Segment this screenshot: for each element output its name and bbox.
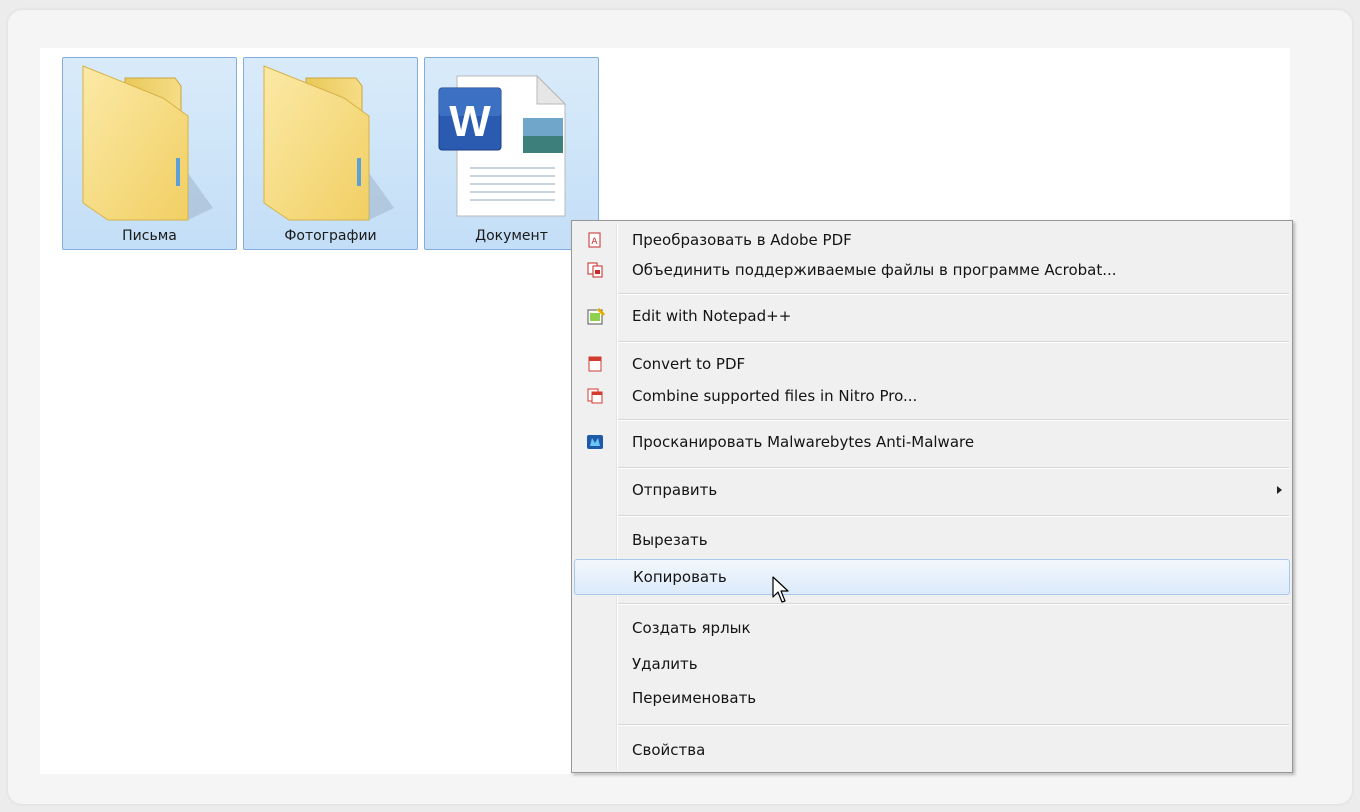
menu-item-create-shortcut[interactable]: Создать ярлык <box>574 613 1290 643</box>
malwarebytes-icon <box>587 434 603 450</box>
menu-item-malwarebytes[interactable]: Просканировать Malwarebytes Anti-Malware <box>574 427 1290 457</box>
menu-item-delete[interactable]: Удалить <box>574 649 1290 679</box>
menu-separator <box>618 341 1289 343</box>
submenu-arrow-icon <box>1277 486 1282 494</box>
file-label: Фотографии <box>284 228 377 244</box>
word-document-icon: W <box>425 58 598 228</box>
menu-item-label: Преобразовать в Adobe PDF <box>632 231 852 249</box>
menu-item-properties[interactable]: Свойства <box>574 735 1290 765</box>
menu-item-convert-adobe-pdf[interactable]: A Преобразовать в Adobe PDF <box>574 225 1290 255</box>
context-menu: A Преобразовать в Adobe PDF Объединить п… <box>571 220 1293 773</box>
svg-text:A: A <box>591 237 598 247</box>
menu-item-send-to[interactable]: Отправить <box>574 475 1290 505</box>
nitro-pdf-icon <box>587 356 603 372</box>
menu-separator <box>618 724 1289 726</box>
menu-separator <box>618 293 1289 295</box>
mouse-cursor-icon <box>772 576 794 610</box>
file-label: Письма <box>122 228 177 244</box>
menu-item-label: Combine supported files in Nitro Pro... <box>632 387 918 405</box>
menu-item-label: Создать ярлык <box>632 619 751 637</box>
adobe-pdf-icon: A <box>587 232 603 248</box>
menu-separator <box>618 419 1289 421</box>
menu-item-nitro-combine[interactable]: Combine supported files in Nitro Pro... <box>574 381 1290 411</box>
menu-item-label: Удалить <box>632 655 698 673</box>
file-tile-letters[interactable]: Письма <box>62 57 237 250</box>
menu-separator <box>618 515 1289 517</box>
menu-item-convert-to-pdf[interactable]: Convert to PDF <box>574 349 1290 379</box>
menu-item-label: Переименовать <box>632 689 757 707</box>
menu-item-label: Копировать <box>633 568 727 586</box>
svg-text:W: W <box>449 97 491 146</box>
folder-icon <box>63 58 236 228</box>
nitro-combine-icon <box>587 388 603 404</box>
menu-item-label: Объединить поддерживаемые файлы в програ… <box>632 261 1117 279</box>
menu-item-label: Свойства <box>632 741 706 759</box>
menu-item-copy[interactable]: Копировать <box>574 559 1290 595</box>
menu-item-rename[interactable]: Переименовать <box>574 683 1290 713</box>
menu-item-label: Convert to PDF <box>632 355 746 373</box>
menu-item-label: Просканировать Malwarebytes Anti-Malware <box>632 433 975 451</box>
notepad-plus-plus-icon <box>587 307 606 325</box>
menu-item-label: Вырезать <box>632 531 708 549</box>
file-tile-photos[interactable]: Фотографии <box>243 57 418 250</box>
menu-item-label: Отправить <box>632 481 718 499</box>
menu-item-edit-notepad[interactable]: Edit with Notepad++ <box>574 301 1290 331</box>
menu-item-acrobat-combine[interactable]: Объединить поддерживаемые файлы в програ… <box>574 255 1290 285</box>
acrobat-combine-icon <box>587 262 603 278</box>
menu-separator <box>618 603 1289 605</box>
menu-item-cut[interactable]: Вырезать <box>574 525 1290 555</box>
menu-separator <box>618 467 1289 469</box>
menu-item-label: Edit with Notepad++ <box>632 307 792 325</box>
folder-icon <box>244 58 417 228</box>
